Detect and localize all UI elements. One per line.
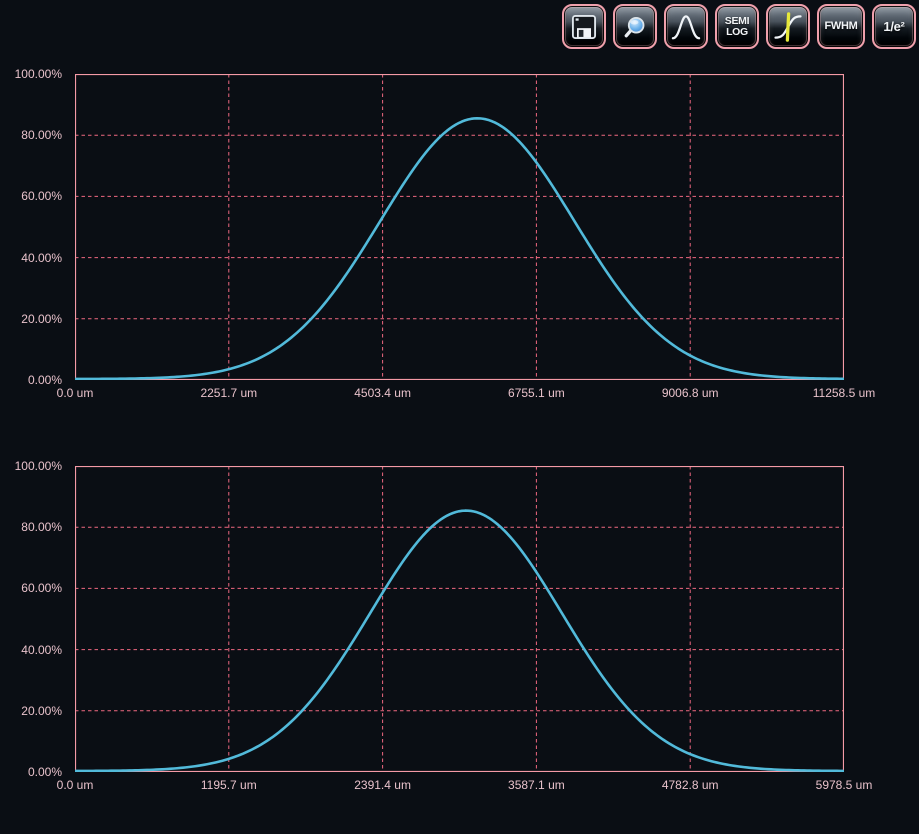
one-over-e-squared-button[interactable]: 1/e²	[872, 4, 916, 49]
y-tick-label: 20.00%	[21, 312, 62, 326]
zoom-button[interactable]	[613, 4, 657, 49]
plot-area[interactable]	[75, 74, 844, 380]
one-over-e-squared-label: 1/e²	[883, 21, 904, 32]
y-tick-label: 100.00%	[15, 67, 62, 81]
toolbar: SEMILOG FWHM 1/e²	[562, 4, 916, 49]
plot-border	[76, 75, 844, 380]
x-tick-label: 11258.5 um	[813, 386, 876, 400]
x-tick-label: 0.0 um	[57, 778, 94, 792]
x-tick-label: 0.0 um	[57, 386, 94, 400]
x-tick-label: 2251.7 um	[200, 386, 257, 400]
x-axis-labels: 0.0 um2251.7 um4503.4 um6755.1 um9006.8 …	[75, 386, 844, 402]
profile-curve	[75, 511, 843, 771]
x-tick-label: 9006.8 um	[662, 386, 719, 400]
bell-curve-icon	[671, 12, 701, 42]
gaussian-fit-button[interactable]	[664, 4, 708, 49]
x-tick-label: 6755.1 um	[508, 386, 565, 400]
knife-edge-button[interactable]	[766, 4, 810, 49]
fwhm-button[interactable]: FWHM	[817, 4, 865, 49]
magnifier-icon	[621, 13, 649, 41]
y-tick-label: 60.00%	[21, 581, 62, 595]
floppy-disk-icon	[570, 13, 598, 41]
plot-area[interactable]	[75, 466, 844, 772]
x-tick-label: 2391.4 um	[354, 778, 411, 792]
y-axis-labels: 100.00%80.00%60.00%40.00%20.00%0.00%	[0, 74, 66, 380]
y-tick-label: 0.00%	[28, 373, 62, 387]
y-tick-label: 20.00%	[21, 704, 62, 718]
semilog-button[interactable]: SEMILOG	[715, 4, 759, 49]
profile-chart-x: 100.00%80.00%60.00%40.00%20.00%0.00% 0.0…	[0, 74, 919, 404]
knife-edge-icon	[773, 12, 803, 42]
x-tick-label: 3587.1 um	[508, 778, 565, 792]
y-tick-label: 80.00%	[21, 128, 62, 142]
x-tick-label: 5978.5 um	[816, 778, 873, 792]
semilog-button-label: SEMILOG	[725, 16, 749, 38]
y-tick-label: 80.00%	[21, 520, 62, 534]
y-axis-labels: 100.00%80.00%60.00%40.00%20.00%0.00%	[0, 466, 66, 772]
y-tick-label: 40.00%	[21, 251, 62, 265]
y-tick-label: 40.00%	[21, 643, 62, 657]
profile-curve	[75, 118, 843, 379]
x-tick-label: 4782.8 um	[662, 778, 719, 792]
y-tick-label: 100.00%	[15, 459, 62, 473]
profile-chart-y: 100.00%80.00%60.00%40.00%20.00%0.00% 0.0…	[0, 466, 919, 796]
x-tick-label: 4503.4 um	[354, 386, 411, 400]
fwhm-button-label: FWHM	[824, 21, 857, 32]
y-tick-label: 0.00%	[28, 765, 62, 779]
save-button[interactable]	[562, 4, 606, 49]
x-tick-label: 1195.7 um	[201, 778, 257, 792]
x-axis-labels: 0.0 um1195.7 um2391.4 um3587.1 um4782.8 …	[75, 778, 844, 794]
y-tick-label: 60.00%	[21, 189, 62, 203]
